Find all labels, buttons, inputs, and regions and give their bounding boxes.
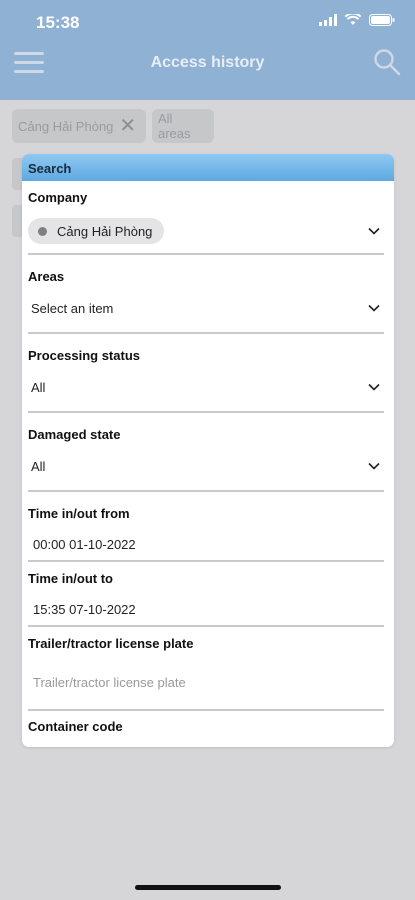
company-filter-chip[interactable]: Cảng Hải Phòng ✕ — [12, 109, 146, 143]
divider — [28, 560, 384, 562]
processing-status-label: Processing status — [28, 348, 140, 363]
container-code-label: Container code — [28, 719, 123, 734]
search-panel-title: Search — [22, 154, 394, 181]
damaged-state-select[interactable]: All — [28, 454, 384, 478]
time-from-value: 00:00 01-10-2022 — [33, 536, 136, 552]
close-icon[interactable]: ✕ — [119, 116, 136, 136]
time-to-input[interactable]: 15:35 07-10-2022 — [28, 597, 384, 621]
damaged-state-field: Damaged state All — [28, 427, 384, 493]
plate-input[interactable]: Trailer/tractor license plate — [28, 670, 384, 694]
divider — [28, 332, 384, 334]
time-from-input[interactable]: 00:00 01-10-2022 — [28, 532, 384, 556]
damaged-state-value: All — [31, 458, 46, 474]
areas-value: Select an item — [31, 300, 114, 316]
status-time: 15:38 — [36, 13, 80, 32]
areas-select[interactable]: Select an item — [28, 296, 384, 320]
divider — [28, 253, 384, 255]
company-value: Cảng Hải Phòng — [57, 223, 153, 239]
search-panel: Search Company Cảng Hải Phòng Areas Sele… — [22, 154, 394, 747]
plate-label: Trailer/tractor license plate — [28, 636, 194, 651]
time-from-label: Time in/out from — [28, 506, 130, 521]
time-from-field: Time in/out from 00:00 01-10-2022 — [28, 506, 384, 562]
plate-placeholder: Trailer/tractor license plate — [33, 674, 186, 690]
processing-status-value: All — [31, 379, 46, 395]
chevron-down-icon — [368, 227, 380, 235]
divider — [28, 625, 384, 627]
areas-filter-chip[interactable]: All areas — [152, 109, 214, 143]
signal-icon — [319, 14, 337, 26]
time-to-value: 15:35 07-10-2022 — [33, 601, 136, 617]
areas-chip-label: All areas — [158, 111, 191, 141]
divider — [28, 490, 384, 492]
divider — [28, 411, 384, 413]
time-to-field: Time in/out to 15:35 07-10-2022 — [28, 571, 384, 627]
damaged-state-label: Damaged state — [28, 427, 121, 442]
company-selected-pill[interactable]: Cảng Hải Phòng — [28, 218, 165, 244]
processing-status-field: Processing status All — [28, 348, 384, 414]
company-chip-label: Cảng Hải Phòng — [18, 118, 114, 134]
search-icon[interactable] — [373, 48, 401, 76]
dot-icon — [38, 226, 47, 236]
plate-field: Trailer/tractor license plate Trailer/tr… — [28, 636, 384, 712]
battery-icon — [369, 14, 395, 26]
areas-field: Areas Select an item — [28, 269, 384, 335]
wifi-icon — [345, 14, 361, 25]
company-select[interactable]: Cảng Hải Phòng — [28, 217, 384, 245]
processing-status-select[interactable]: All — [28, 375, 384, 399]
time-to-label: Time in/out to — [28, 571, 113, 586]
home-indicator — [135, 885, 281, 890]
company-field: Company Cảng Hải Phòng — [28, 190, 384, 255]
app-header: 15:38 Access history — [0, 0, 415, 100]
company-label: Company — [28, 190, 88, 205]
status-icons — [319, 14, 395, 26]
page-title: Access history — [150, 54, 265, 71]
areas-label: Areas — [28, 269, 65, 284]
divider — [28, 709, 384, 711]
container-code-field: Container code — [28, 719, 384, 743]
chevron-down-icon — [368, 462, 380, 470]
chevron-down-icon — [368, 304, 380, 312]
chevron-down-icon — [368, 383, 380, 391]
